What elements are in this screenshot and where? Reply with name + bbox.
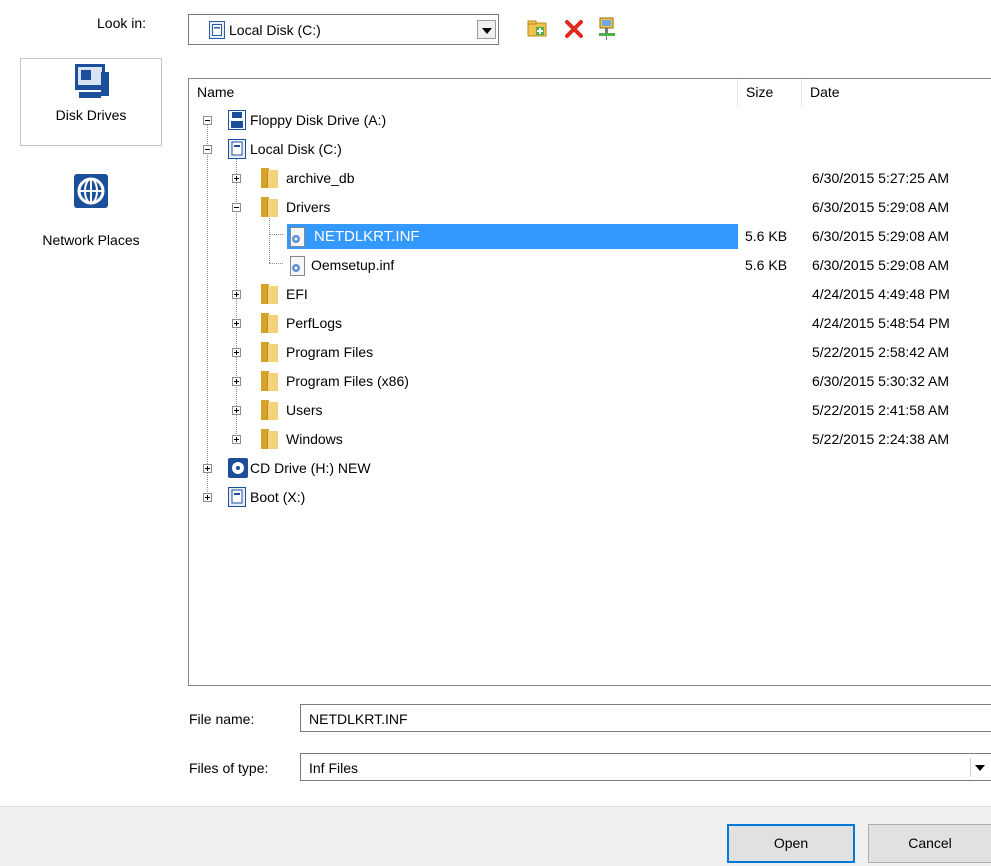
file-type-value: Inf Files bbox=[309, 760, 359, 776]
folder-icon bbox=[261, 342, 278, 365]
tree-item-date: 5/22/2015 2:24:38 AM bbox=[812, 431, 949, 447]
tree-row[interactable]: Floppy Disk Drive (A:) bbox=[189, 106, 991, 135]
tree-item-label: NETDLKRT.INF bbox=[314, 228, 420, 245]
look-in-value: Local Disk (C:) bbox=[229, 22, 321, 38]
tree-row[interactable]: EFI 4/24/2015 4:49:48 PM bbox=[189, 280, 991, 309]
expand-icon[interactable] bbox=[232, 319, 241, 328]
inf-file-icon bbox=[289, 227, 307, 250]
inf-file-icon bbox=[289, 256, 307, 279]
column-date-label: Date bbox=[810, 84, 840, 100]
tree-row[interactable]: Local Disk (C:) bbox=[189, 135, 991, 164]
place-label: Disk Drives bbox=[55, 107, 127, 123]
tree-row[interactable]: Drivers 6/30/2015 5:29:08 AM bbox=[189, 193, 991, 222]
column-date-header[interactable]: Date bbox=[802, 79, 991, 106]
tree-item-date: 4/24/2015 5:48:54 PM bbox=[812, 315, 950, 331]
tree-item-label: Users bbox=[286, 402, 323, 418]
tree-item-label: EFI bbox=[286, 286, 308, 302]
folder-icon bbox=[261, 284, 278, 307]
folder-icon bbox=[261, 400, 278, 423]
tree-item-label: Oemsetup.inf bbox=[311, 257, 395, 273]
tree-item-date: 5/22/2015 2:41:58 AM bbox=[812, 402, 949, 418]
tree-item-date: 5/22/2015 2:58:42 AM bbox=[812, 344, 949, 360]
tree-item-label: Floppy Disk Drive (A:) bbox=[250, 112, 387, 128]
tree-item-size: 5.6 KB bbox=[745, 257, 788, 273]
network-computer-icon[interactable] bbox=[597, 17, 617, 44]
tree-row-selected[interactable]: NETDLKRT.INF 5.6 KB 6/30/2015 5:29:08 AM bbox=[189, 222, 991, 251]
place-disk-drives[interactable]: Disk Drives bbox=[20, 58, 162, 146]
tree-item-label: PerfLogs bbox=[286, 315, 343, 331]
look-in-dropdown-button[interactable] bbox=[477, 20, 496, 39]
network-places-icon bbox=[71, 172, 111, 215]
look-in-combo[interactable]: Local Disk (C:) bbox=[188, 14, 499, 45]
tree-row[interactable]: Program Files 5/22/2015 2:58:42 AM bbox=[189, 338, 991, 367]
folder-icon bbox=[261, 371, 278, 394]
tree-item-label: CD Drive (H:) NEW bbox=[250, 460, 371, 476]
folder-icon bbox=[261, 197, 278, 220]
tree-item-size: 5.6 KB bbox=[745, 228, 788, 244]
expand-icon[interactable] bbox=[232, 174, 241, 183]
tree-item-date: 6/30/2015 5:30:32 AM bbox=[812, 373, 949, 389]
chevron-down-icon bbox=[482, 28, 492, 34]
expand-icon[interactable] bbox=[203, 464, 212, 473]
tree-row[interactable]: Program Files (x86) 6/30/2015 5:30:32 AM bbox=[189, 367, 991, 396]
folder-icon bbox=[261, 313, 278, 336]
tree-row[interactable]: archive_db 6/30/2015 5:27:25 AM bbox=[189, 164, 991, 193]
tree-item-date: 6/30/2015 5:27:25 AM bbox=[812, 170, 949, 186]
local-disk-icon bbox=[209, 21, 225, 42]
chevron-down-icon bbox=[975, 765, 985, 771]
cancel-button[interactable]: Cancel bbox=[868, 824, 991, 863]
tree-item-label: Windows bbox=[286, 431, 343, 447]
file-type-dropdown-button[interactable] bbox=[970, 758, 989, 777]
tree-item-label: Drivers bbox=[286, 199, 331, 215]
tree-item-label: Program Files (x86) bbox=[286, 373, 409, 389]
tree-item-label: Local Disk (C:) bbox=[250, 141, 342, 157]
column-name-header[interactable]: Name bbox=[189, 79, 738, 106]
expand-icon[interactable] bbox=[232, 435, 241, 444]
floppy-icon bbox=[228, 110, 246, 133]
tree-item-label: Program Files bbox=[286, 344, 374, 360]
file-name-value: NETDLKRT.INF bbox=[309, 711, 408, 727]
collapse-icon[interactable] bbox=[203, 116, 212, 125]
expand-icon[interactable] bbox=[232, 406, 241, 415]
local-disk-icon bbox=[228, 139, 246, 162]
column-name-label: Name bbox=[197, 84, 235, 100]
disk-drives-icon bbox=[71, 62, 111, 107]
new-folder-icon[interactable] bbox=[527, 19, 549, 42]
expand-icon[interactable] bbox=[232, 377, 241, 386]
file-type-label: Files of type: bbox=[189, 760, 269, 776]
delete-icon[interactable] bbox=[564, 19, 584, 42]
tree-row[interactable]: Users 5/22/2015 2:41:58 AM bbox=[189, 396, 991, 425]
folder-icon bbox=[261, 168, 278, 191]
file-name-input[interactable]: NETDLKRT.INF bbox=[300, 704, 991, 732]
tree-item-date: 4/24/2015 4:49:48 PM bbox=[812, 286, 950, 302]
tree-item-date: 6/30/2015 5:29:08 AM bbox=[812, 257, 949, 273]
column-size-header[interactable]: Size bbox=[738, 79, 802, 106]
tree-item-date: 6/30/2015 5:29:08 AM bbox=[812, 228, 949, 244]
collapse-icon[interactable] bbox=[203, 145, 212, 154]
tree-row[interactable]: Boot (X:) bbox=[189, 483, 991, 512]
boot-drive-icon bbox=[228, 487, 246, 510]
file-tree-list[interactable]: Name Size Date Floppy Disk Drive (A:) Lo… bbox=[188, 78, 991, 686]
collapse-icon[interactable] bbox=[232, 203, 241, 212]
cd-drive-icon bbox=[228, 458, 248, 481]
tree-row[interactable]: PerfLogs 4/24/2015 5:48:54 PM bbox=[189, 309, 991, 338]
tree-row[interactable]: Windows 5/22/2015 2:24:38 AM bbox=[189, 425, 991, 454]
open-button[interactable]: Open bbox=[727, 824, 855, 863]
expand-icon[interactable] bbox=[203, 493, 212, 502]
tree-row[interactable]: CD Drive (H:) NEW bbox=[189, 454, 991, 483]
column-size-label: Size bbox=[746, 84, 774, 100]
place-label: Network Places bbox=[42, 232, 140, 248]
tree-item-label: Boot (X:) bbox=[250, 489, 306, 505]
tree-item-label: archive_db bbox=[286, 170, 355, 186]
place-network-places[interactable]: Network Places bbox=[20, 172, 162, 252]
tree-row[interactable]: Oemsetup.inf 5.6 KB 6/30/2015 5:29:08 AM bbox=[189, 251, 991, 280]
tree-item-date: 6/30/2015 5:29:08 AM bbox=[812, 199, 949, 215]
expand-icon[interactable] bbox=[232, 348, 241, 357]
folder-icon bbox=[261, 429, 278, 452]
file-name-label: File name: bbox=[189, 711, 255, 727]
expand-icon[interactable] bbox=[232, 290, 241, 299]
look-in-label: Look in: bbox=[97, 15, 147, 31]
file-type-select[interactable]: Inf Files bbox=[300, 753, 991, 781]
